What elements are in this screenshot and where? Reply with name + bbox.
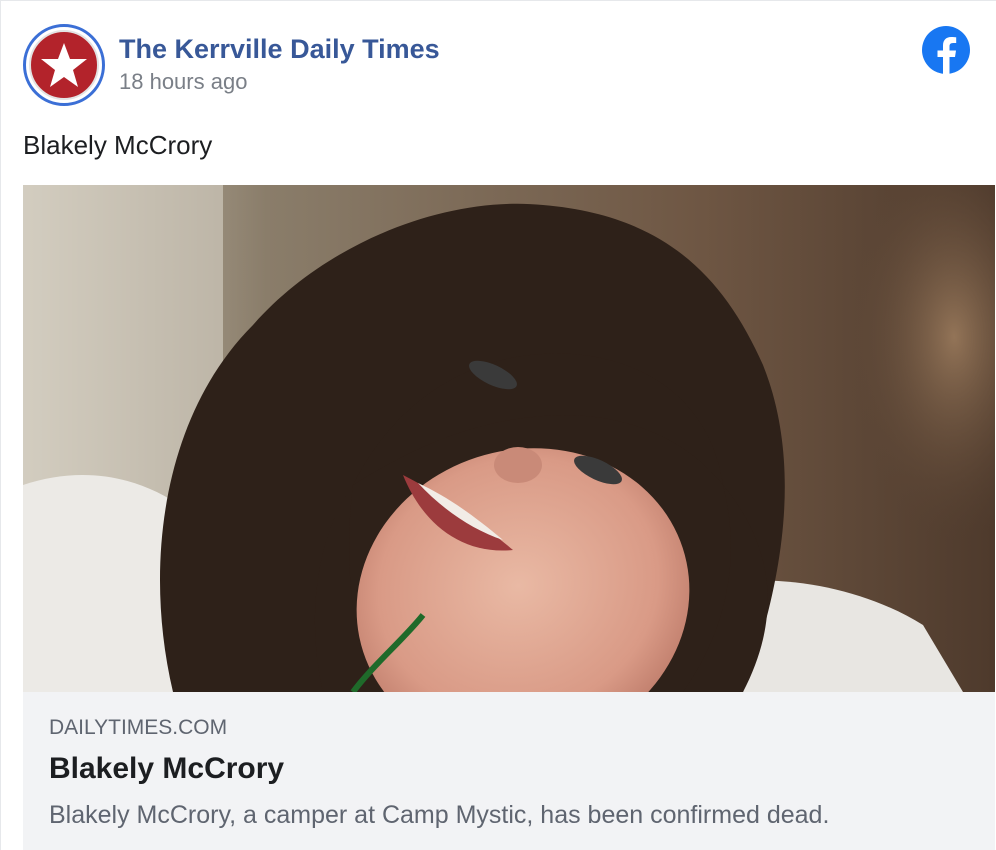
facebook-icon[interactable]	[922, 26, 970, 74]
post-meta: The Kerrville Daily Times 18 hours ago	[119, 33, 440, 97]
link-description: Blakely McCrory, a camper at Camp Mystic…	[49, 801, 830, 829]
link-preview-info: DAILYTIMES.COM Blakely McCrory Blakely M…	[23, 692, 995, 850]
page-name-link[interactable]: The Kerrville Daily Times	[119, 33, 440, 65]
post-message: Blakely McCrory	[23, 130, 213, 160]
post-header: The Kerrville Daily Times 18 hours ago	[23, 23, 440, 107]
link-preview-image[interactable]	[23, 185, 995, 692]
facebook-post: The Kerrville Daily Times 18 hours ago B…	[0, 0, 996, 850]
link-title[interactable]: Blakely McCrory	[49, 750, 284, 788]
page-avatar[interactable]	[23, 24, 105, 106]
post-timestamp[interactable]: 18 hours ago	[119, 67, 440, 97]
star-logo-icon	[29, 30, 99, 100]
link-preview-card[interactable]: DAILYTIMES.COM Blakely McCrory Blakely M…	[23, 185, 995, 850]
link-domain: DAILYTIMES.COM	[49, 716, 228, 739]
